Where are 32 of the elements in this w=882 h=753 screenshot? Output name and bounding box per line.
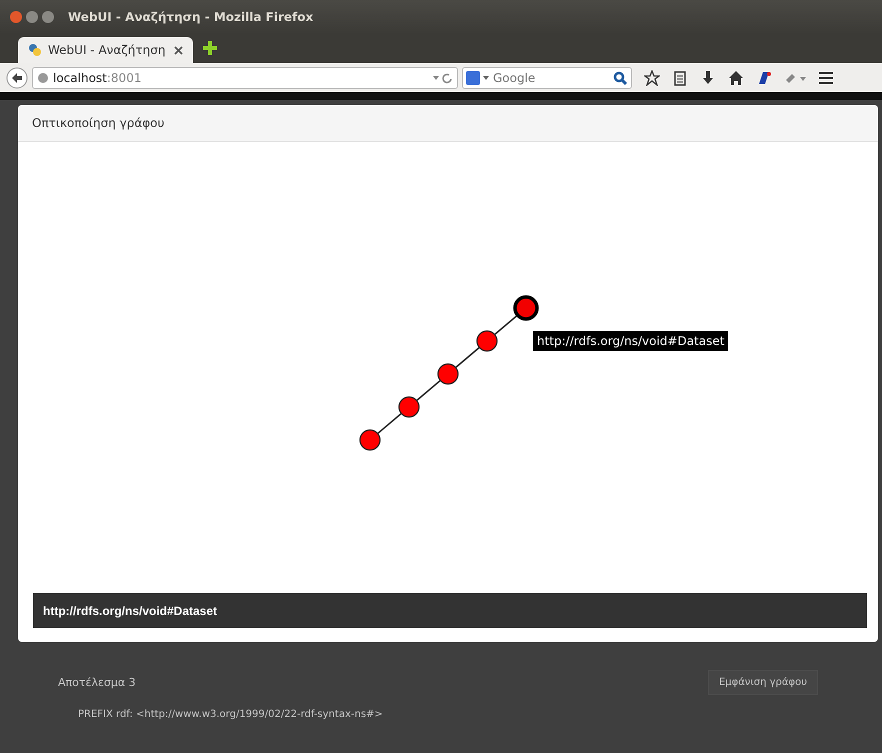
close-icon[interactable] <box>174 46 183 54</box>
home-icon[interactable] <box>728 70 744 86</box>
reload-icon[interactable] <box>431 72 453 84</box>
graph-node[interactable] <box>359 429 381 451</box>
browser-tab[interactable]: WebUI - Αναζήτηση <box>18 37 193 63</box>
star-icon[interactable] <box>644 70 660 86</box>
graph-node[interactable] <box>476 330 498 352</box>
search-field[interactable]: Google <box>462 66 632 88</box>
address-field[interactable]: localhost:8001 <box>32 66 458 88</box>
graph-node[interactable] <box>513 295 539 321</box>
minimize-icon[interactable] <box>26 10 38 22</box>
menu-icon[interactable] <box>818 70 834 86</box>
clipboard-icon[interactable] <box>672 70 688 86</box>
maximize-icon[interactable] <box>42 10 54 22</box>
tooltip: http://rdfs.org/ns/void#Dataset <box>533 331 728 351</box>
close-icon[interactable] <box>10 10 22 22</box>
new-tab-icon[interactable] <box>203 41 217 55</box>
globe-icon <box>37 72 49 84</box>
download-icon[interactable] <box>700 70 716 86</box>
node-uri: http://rdfs.org/ns/void#Dataset <box>43 604 218 618</box>
engine-icon[interactable] <box>466 70 490 84</box>
show-graph-button[interactable]: Εμφάνιση γράφου <box>708 670 818 695</box>
panel-title: Αποτέλεσμα 3 <box>58 676 136 689</box>
graph-node[interactable] <box>437 363 459 385</box>
modal-title: Οπτικοποίηση γράφου <box>32 116 164 130</box>
search-icon[interactable] <box>613 70 627 84</box>
window-title: WebUI - Αναζήτηση - Mozilla Firefox <box>68 10 314 24</box>
snake-icon <box>28 43 42 57</box>
addon-icon[interactable] <box>756 70 772 86</box>
graph-node[interactable] <box>398 396 420 418</box>
code-line: PREFIX rdf: <http://www.w3.org/1999/02/22-rdf-syntax-ns#> <box>77 709 384 720</box>
back-icon[interactable] <box>6 66 28 88</box>
